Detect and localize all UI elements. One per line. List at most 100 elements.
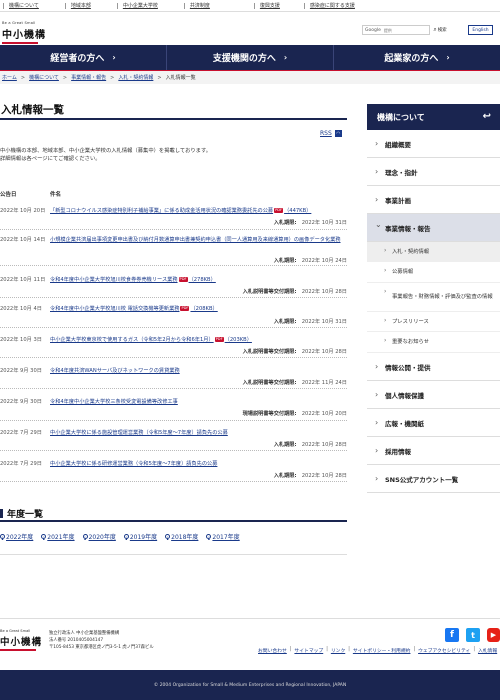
footer-logo[interactable]: Be a Great Small 中小機構 — [0, 629, 42, 651]
utility-link-regional[interactable]: 地域本部 — [64, 2, 91, 9]
year-link-2019[interactable]: › 2019年度 — [123, 532, 158, 541]
footer-link-bidding[interactable]: 入札情報 — [478, 647, 497, 654]
year-link-2020[interactable]: › 2020年度 — [82, 532, 116, 541]
deadline-label: 入札期限: — [273, 473, 297, 479]
row-title-link[interactable]: 令和4年度中小企業大学校旭川校食券券売機リース業務 PDF （278KB） — [50, 276, 346, 285]
nav-label: 起業家の方へ — [384, 54, 439, 64]
row-title-link[interactable]: 令和4年度中小企業大学校旭川校 電話交換機等更新業務 PDF （208KB） — [50, 305, 346, 314]
row-date: 2022年 9月 30日 — [0, 368, 42, 374]
year-link-2022[interactable]: › 2022年度 — [0, 532, 33, 541]
sidebar: 機構について ↩ 組織概要 理念・指針 事業計画 事業情報・報告 入札・契約情報 … — [367, 104, 500, 493]
sidebar-subitem-recruitment[interactable]: 公募情報 — [367, 262, 500, 283]
row-title-link[interactable]: 「新型コロナウイルス感染症特別利子補給事業」に係る助成金活用状況の確認業務委託先… — [50, 207, 346, 216]
deadline-label: 入札期限: — [273, 442, 297, 448]
search-button[interactable]: ⌕ 検索 — [430, 25, 450, 35]
sidebar-item-pr[interactable]: 広報・機関紙 — [367, 409, 500, 437]
twitter-icon[interactable]: t — [466, 628, 480, 642]
column-header-title: 件名 — [50, 192, 62, 198]
utility-link-infection-support[interactable]: 感染症に関する支援 — [303, 2, 355, 9]
youtube-icon[interactable]: ▶ — [487, 628, 500, 642]
breadcrumb-business-info[interactable]: 事業情報・報告 — [71, 74, 106, 81]
row-date: 2022年 9月 30日 — [0, 399, 42, 405]
footer-logo-bar — [0, 649, 36, 651]
deadline-label: 入札説明書等交付期限: — [242, 380, 297, 386]
sidebar-item-disclosure[interactable]: 情報公開・提供 — [367, 353, 500, 381]
row-title: 中小企業大学校東京校で使用するガス（令和5年2月から令和6年1月） — [50, 337, 214, 343]
row-title: 令和4年度中小企業大学校旭川校 電話交換機等更新業務 — [50, 306, 180, 312]
nav-support-orgs[interactable]: 支援機関の方へ › — [167, 45, 334, 70]
footer-link-sitemap[interactable]: サイトマップ — [294, 647, 323, 654]
utility-link-university[interactable]: 中小企業大学校 — [116, 2, 158, 9]
sidebar-subitem-reports[interactable]: 事業報告・財務情報・評価及び監査の情報 — [367, 283, 500, 312]
sidebar-item-business-info[interactable]: 事業情報・報告 — [367, 214, 500, 242]
breadcrumb-bidding[interactable]: 入札・契約情報 — [118, 74, 153, 81]
deadline-label: 現場説明書等交付期限: — [242, 411, 297, 417]
breadcrumb: ホーム > 機構について > 事業情報・報告 > 入札・契約情報 > 入札情報一覧 — [0, 71, 500, 84]
return-arrow-icon: ↩ — [482, 111, 491, 122]
year-link-2017[interactable]: › 2017年度 — [206, 532, 240, 541]
deadline-date: 2022年 10月 28日 — [301, 442, 347, 448]
chevron-circle-icon: › — [41, 534, 47, 539]
search-input[interactable] — [383, 26, 420, 34]
utility-link-about[interactable]: 機構について — [3, 2, 39, 9]
sidebar-subitem-bidding[interactable]: 入札・契約情報 — [367, 242, 500, 262]
sidebar-item-sns[interactable]: SNS公式アカウント一覧 — [367, 465, 500, 493]
footer-link-policy[interactable]: サイトポリシー・利用規約 — [353, 647, 411, 654]
footer-links: お問い合わせ | サイトマップ | リンク | サイトポリシー・利用規約 | ウェブアク… — [258, 647, 500, 654]
footer-link-accessibility[interactable]: ウェブアクセシビリティ — [418, 647, 470, 654]
row-date: 2022年 10月 11日 — [0, 277, 46, 283]
row-title-link[interactable]: 令和4年度共済WANサーバ及びネットワークの賃貸業務 — [50, 367, 346, 376]
breadcrumb-about[interactable]: 機構について — [29, 74, 59, 81]
facebook-icon[interactable]: f — [445, 628, 459, 642]
row-title-link[interactable]: 中小企業大学校に係る施設管理運営業務（令和5年度〜7年度）請負先の公募 — [50, 429, 346, 438]
row-date: 2022年 10月 20日 — [0, 208, 46, 214]
table-row: 2022年 10月 4日 令和4年度中小企業大学校旭川校 電話交換機等更新業務 P… — [0, 305, 347, 328]
row-title: 小規模企業共済届出事項変更申出書及び納付月数通算申出書兼契約申込書（同一人通算用… — [50, 237, 341, 243]
row-date: 2022年 10月 3日 — [0, 337, 42, 343]
rss-link[interactable]: RSS ◠ — [320, 130, 342, 137]
row-deadline: 入札説明書等交付期限: 2022年 11月 24日 — [243, 379, 347, 386]
sidebar-item-privacy[interactable]: 個人情報保護 — [367, 381, 500, 409]
sidebar-item-careers[interactable]: 採用情報 — [367, 437, 500, 465]
year-link-2021[interactable]: › 2021年度 — [41, 532, 75, 541]
pdf-icon: PDF — [214, 337, 224, 342]
breadcrumb-separator: > — [62, 74, 68, 81]
nav-business-owners[interactable]: 経営者の方へ › — [0, 45, 167, 70]
row-title-link[interactable]: 小規模企業共済届出事項変更申出書及び納付月数通算申出書兼契約申込書（同一人通算用… — [50, 236, 346, 245]
row-deadline: 入札期限: 2022年 10月 24日 — [274, 257, 347, 264]
row-deadline: 入札説明書等交付期限: 2022年 10月 28日 — [243, 288, 347, 295]
row-title: 令和4年度共済WANサーバ及びネットワークの賃貸業務 — [50, 368, 180, 374]
utility-link-reconstruction[interactable]: 復興支援 — [253, 2, 280, 9]
row-title-link[interactable]: 中小企業大学校に係る研修運営業務（令和5年度〜7年度）請負先の公募 — [50, 460, 346, 469]
year-list: › 2022年度 › 2021年度 › 2020年度 › 2019年度 › 2018年度 … — [0, 532, 248, 541]
sidebar-item-business-plan[interactable]: 事業計画 — [367, 186, 500, 214]
footer-postal-address: 〒105-8453 東京都港区虎ノ門3-5-1 虎ノ門37森ビル — [49, 645, 154, 650]
utility-link-mutual-aid[interactable]: 共済制度 — [183, 2, 210, 9]
deadline-label: 入札説明書等交付期限: — [242, 289, 297, 295]
deadline-label: 入札期限: — [273, 319, 297, 325]
row-title: 「新型コロナウイルス感染症特別利子補給事業」に係る助成金活用状況の確認業務委託先… — [50, 208, 274, 214]
site-logo[interactable]: Be a Great Small 中小機構 — [2, 21, 46, 44]
row-deadline: 入札期限: 2022年 10月 31日 — [274, 219, 347, 226]
row-title-link[interactable]: 中小企業大学校東京校で使用するガス（令和5年2月から令和6年1月） PDF （203… — [50, 336, 346, 345]
english-button[interactable]: English — [468, 25, 493, 35]
sidebar-subitem-notices[interactable]: 重要なお知らせ — [367, 332, 500, 353]
footer-link-contact[interactable]: お問い合わせ — [258, 647, 287, 654]
sidebar-item-philosophy[interactable]: 理念・指針 — [367, 158, 500, 186]
footer-link-links[interactable]: リンク — [331, 647, 345, 654]
logo-tagline: Be a Great Small — [2, 21, 36, 25]
year-link-2018[interactable]: › 2018年度 — [165, 532, 198, 541]
deadline-label: 入札期限: — [273, 258, 297, 264]
search-box: Google — [362, 25, 430, 35]
breadcrumb-home[interactable]: ホーム — [2, 74, 17, 81]
year-label: 2020年度 — [88, 534, 116, 541]
row-title-link[interactable]: 令和4年度中小企業大学校三条校受変電設備等改修工事 — [50, 398, 346, 407]
nav-entrepreneurs[interactable]: 起業家の方へ › — [334, 45, 500, 70]
row-size: （278KB） — [188, 277, 216, 283]
footer-divider — [0, 618, 500, 619]
sidebar-header[interactable]: 機構について ↩ — [367, 104, 500, 130]
footer-corp-number: 法人番号 2010405004147 — [49, 638, 104, 643]
sidebar-item-organization[interactable]: 組織概要 — [367, 130, 500, 158]
sidebar-subitem-press[interactable]: プレスリリース — [367, 312, 500, 332]
year-label: 2019年度 — [129, 534, 158, 541]
